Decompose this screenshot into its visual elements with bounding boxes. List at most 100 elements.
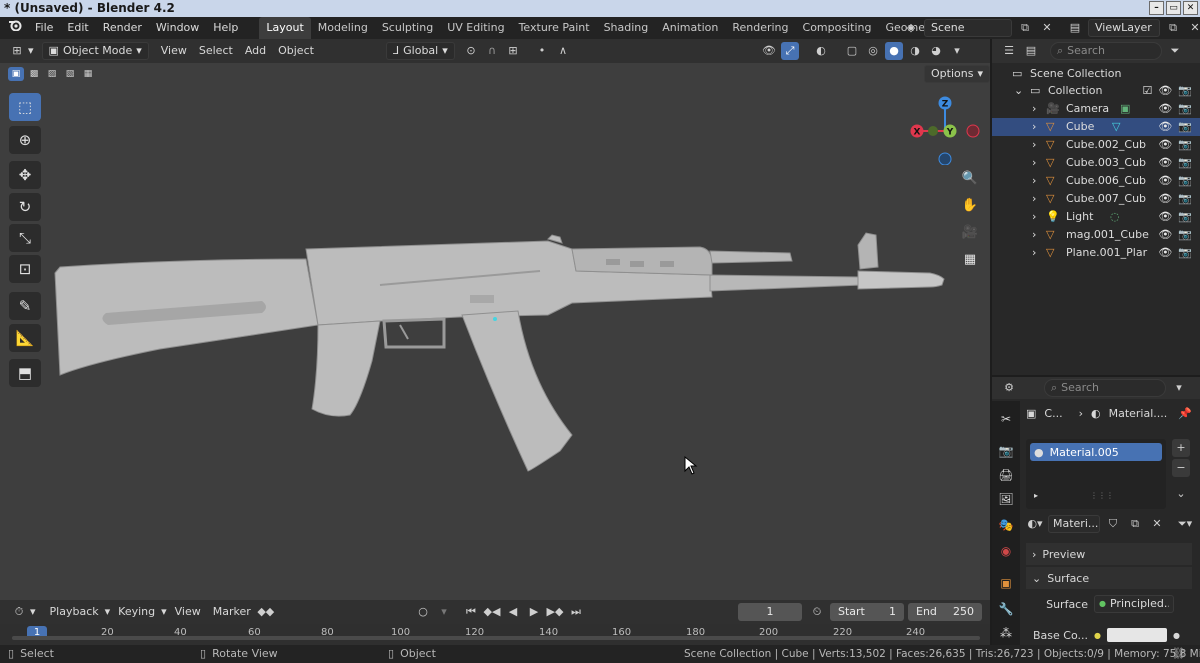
material-slots-list[interactable]: ● Material.005 ▸ ⋮⋮⋮	[1026, 439, 1166, 509]
expand-chevron-right-icon[interactable]: ›	[1032, 244, 1036, 262]
eye-icon[interactable]: 👁	[1158, 244, 1172, 262]
falloff-icon[interactable]: ∧	[554, 42, 572, 60]
prev-keyframe-icon[interactable]: ◆◀	[483, 603, 501, 621]
outliner-item-plane-001[interactable]: › ▽ Plane.001_Plar 👁 📷	[992, 244, 1200, 262]
list-resize-handle[interactable]: ⋮⋮⋮	[1090, 491, 1114, 500]
minimize-button[interactable]: –	[1149, 1, 1164, 15]
tab-layout[interactable]: Layout	[259, 17, 311, 39]
auto-key-icon[interactable]: ○	[414, 603, 432, 621]
pin-icon[interactable]: 📌	[1178, 407, 1192, 420]
editor-type-chevron-down-icon[interactable]: ▾	[26, 39, 36, 63]
view-layer-icon[interactable]: ▤	[1066, 19, 1084, 37]
surface-shader-field[interactable]: ● Principled...	[1094, 595, 1174, 613]
render-tab-icon[interactable]: 📷	[996, 441, 1016, 461]
outliner-item-light[interactable]: › 💡 Light ◌ 👁 📷	[992, 208, 1200, 226]
modifier-tab-icon[interactable]: 🔧	[996, 599, 1016, 619]
expand-chevron-right-icon[interactable]: ›	[1032, 208, 1036, 226]
editor-type-icon[interactable]: ⊞	[8, 42, 26, 60]
list-expand-icon[interactable]: ▸	[1034, 491, 1038, 500]
menu-view[interactable]: View	[155, 39, 193, 63]
new-scene-icon[interactable]: ⧉	[1016, 19, 1034, 37]
pivot-point-icon[interactable]: ⊙	[462, 42, 480, 60]
fake-user-icon[interactable]: ⛉	[1104, 515, 1122, 533]
expand-chevron-right-icon[interactable]: ›	[1032, 172, 1036, 190]
menu-render[interactable]: Render	[96, 17, 149, 39]
menu-select[interactable]: Select	[193, 39, 239, 63]
menu-add[interactable]: Add	[239, 39, 272, 63]
gizmo-toggle-icon[interactable]: ⤢	[781, 42, 799, 60]
outliner-item-cube-002[interactable]: › ▽ Cube.002_Cub 👁 📷	[992, 136, 1200, 154]
outliner-collection[interactable]: ⌄ ▭ Collection ☑ 👁 📷	[992, 82, 1200, 100]
menu-timeline-view[interactable]: View	[169, 600, 207, 624]
shading-material-icon[interactable]: ◑	[906, 42, 924, 60]
current-frame-field[interactable]: 1	[738, 603, 802, 621]
filter-icon[interactable]: ⏷	[1166, 42, 1184, 60]
world-tab-icon[interactable]: ◉	[996, 541, 1016, 561]
menu-keying[interactable]: Keying	[112, 600, 161, 624]
tab-modeling[interactable]: Modeling	[311, 17, 375, 39]
snap-target-icon[interactable]: ⊞	[504, 42, 522, 60]
outliner-item-cube-007[interactable]: › ▽ Cube.007_Cub 👁 📷	[992, 190, 1200, 208]
expand-chevron-down-icon[interactable]: ⌄	[1014, 82, 1023, 100]
tab-rendering[interactable]: Rendering	[725, 17, 795, 39]
expand-chevron-right-icon[interactable]: ›	[1032, 136, 1036, 154]
outliner-item-mag-001[interactable]: › ▽ mag.001_Cube 👁 📷	[992, 226, 1200, 244]
preview-panel-header[interactable]: › Preview	[1026, 543, 1192, 565]
camera-render-icon[interactable]: 📷	[1178, 190, 1192, 208]
camera-render-icon[interactable]: 📷	[1178, 82, 1192, 100]
exclude-checkbox[interactable]: ☑	[1142, 82, 1152, 100]
tab-compositing[interactable]: Compositing	[796, 17, 879, 39]
outliner-item-cube-006[interactable]: › ▽ Cube.006_Cub 👁 📷	[992, 172, 1200, 190]
proportional-edit-icon[interactable]: •	[533, 42, 551, 60]
blender-logo-icon[interactable]	[0, 17, 28, 39]
expand-chevron-right-icon[interactable]: ›	[1032, 190, 1036, 208]
xray-icon[interactable]: ▢	[843, 42, 861, 60]
timeline-editor-type-icon[interactable]: ⏱	[10, 603, 28, 621]
eye-icon[interactable]: 👁	[1158, 82, 1172, 100]
snap-icon[interactable]: ∩	[483, 42, 501, 60]
overlays-icon[interactable]: ◐	[812, 42, 830, 60]
expand-chevron-right-icon[interactable]: ›	[1032, 118, 1036, 136]
transform-orientation-select[interactable]: ⅃ Global ▾	[386, 42, 455, 60]
eye-icon[interactable]: 👁	[1158, 190, 1172, 208]
3d-viewport[interactable]: ▣ ▩ ▨ ▧ ▦ ⬚ ⊕ ✥ ↻ ⤡ ⊡ ✎ 📐 ⬒ Options ▾ Z …	[0, 63, 990, 600]
display-mode-icon[interactable]: ▤	[1022, 42, 1040, 60]
unlink-material-icon[interactable]: ✕	[1148, 515, 1166, 533]
outliner-search-input[interactable]: ⌕ Search	[1050, 42, 1162, 60]
scene-tab-icon[interactable]: 🎭	[996, 515, 1016, 535]
eye-icon[interactable]: 👁	[1158, 226, 1172, 244]
link-type-icon[interactable]: ⏷▾	[1176, 515, 1194, 533]
visibility-icon[interactable]: 👁	[760, 42, 778, 60]
timeline-scrollbar[interactable]	[12, 636, 980, 640]
duplicate-material-icon[interactable]: ⧉	[1126, 515, 1144, 533]
view-layer-tab-icon[interactable]: 🖼	[996, 489, 1016, 509]
scene-name-field[interactable]: Scene	[924, 19, 1012, 37]
browse-material-icon[interactable]: ◐▾	[1026, 515, 1044, 533]
close-button[interactable]: ✕	[1183, 1, 1198, 15]
keyframe-dot-icon[interactable]: ●	[1173, 631, 1180, 640]
tool-tab-icon[interactable]: ✂	[996, 409, 1016, 429]
tab-animation[interactable]: Animation	[655, 17, 725, 39]
tab-sculpting[interactable]: Sculpting	[375, 17, 440, 39]
shading-rendered-icon[interactable]: ◕	[927, 42, 945, 60]
material-name-field[interactable]: Materi...	[1048, 515, 1100, 533]
tab-texture-paint[interactable]: Texture Paint	[512, 17, 597, 39]
eye-icon[interactable]: 👁	[1158, 172, 1172, 190]
end-frame-field[interactable]: End 250	[908, 603, 982, 621]
menu-window[interactable]: Window	[149, 17, 206, 39]
delete-view-layer-icon[interactable]: ✕	[1186, 19, 1200, 37]
playback-chevron-down-icon[interactable]: ▾	[105, 600, 113, 624]
outliner-item-camera[interactable]: › 🎥 Camera ▣ 👁 📷	[992, 100, 1200, 118]
expand-chevron-right-icon[interactable]: ›	[1032, 100, 1036, 118]
base-color-swatch[interactable]	[1106, 628, 1167, 642]
outliner-item-cube-003[interactable]: › ▽ Cube.003_Cub 👁 📷	[992, 154, 1200, 172]
outliner-item-cube[interactable]: › ▽ Cube ▽ 👁 📷	[992, 118, 1200, 136]
shading-options-chevron-icon[interactable]: ▾	[948, 42, 966, 60]
eye-icon[interactable]: 👁	[1158, 118, 1172, 136]
menu-edit[interactable]: Edit	[60, 17, 95, 39]
menu-file[interactable]: File	[28, 17, 60, 39]
add-slot-icon[interactable]: +	[1172, 439, 1190, 457]
eye-icon[interactable]: 👁	[1158, 154, 1172, 172]
properties-editor-type-icon[interactable]: ⚙	[1000, 379, 1018, 397]
outliner-editor-type-icon[interactable]: ☰	[1000, 42, 1018, 60]
